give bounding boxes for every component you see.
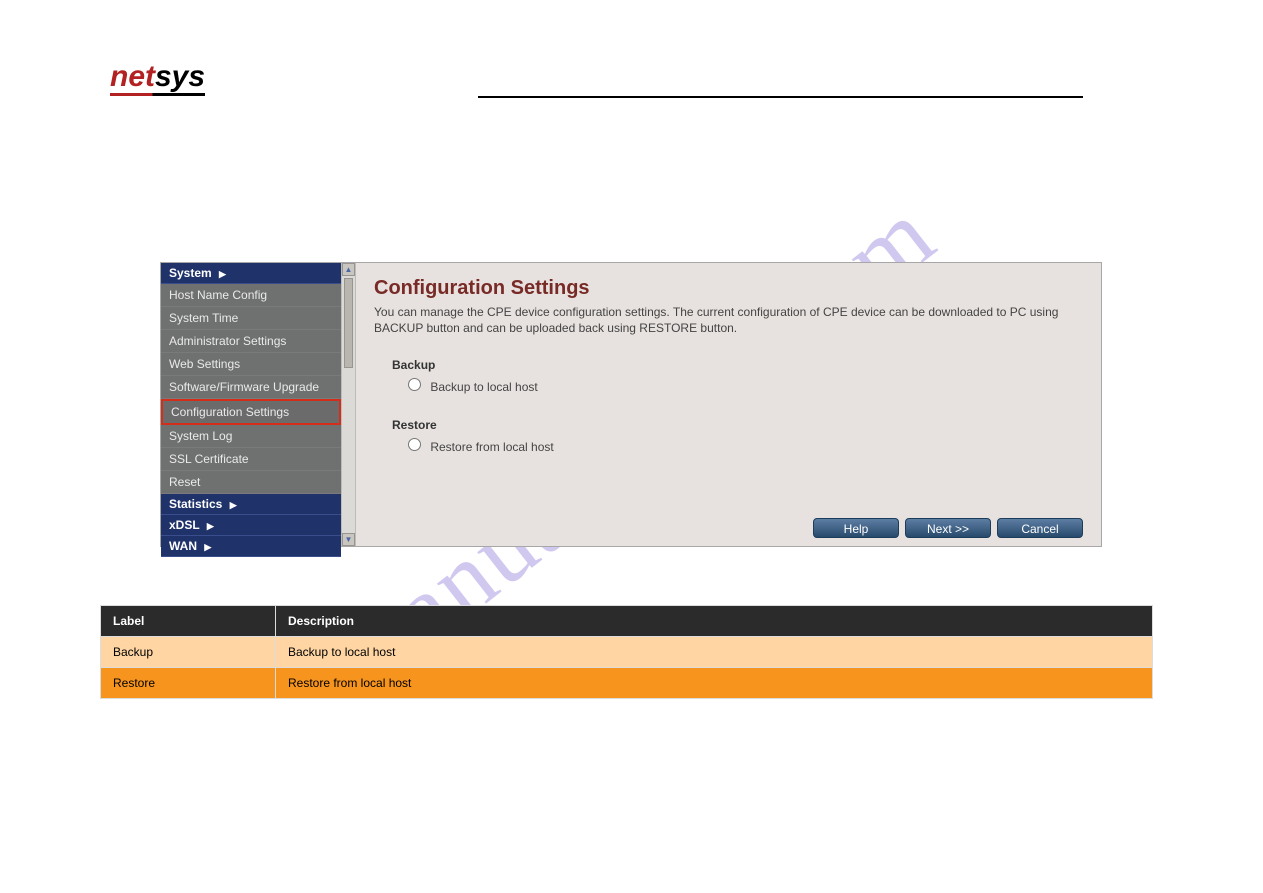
description-table: Label Description Backup Backup to local… bbox=[100, 605, 1153, 699]
sidebar-item-system-time[interactable]: System Time bbox=[161, 307, 341, 330]
sidebar-item-label: System Log bbox=[169, 429, 232, 443]
sidebar-item-label: Web Settings bbox=[169, 357, 240, 371]
cpe-sidebar: System ▶ Host Name Config System Time Ad… bbox=[161, 263, 341, 546]
brand-logo-sys: sys bbox=[155, 60, 205, 93]
scroll-down-icon[interactable]: ▼ bbox=[342, 533, 355, 546]
table-cell-desc: Backup to local host bbox=[276, 637, 1153, 668]
page-description: You can manage the CPE device configurat… bbox=[374, 304, 1083, 336]
page-title: Configuration Settings bbox=[374, 277, 1083, 300]
sidebar-item-system-log[interactable]: System Log bbox=[161, 425, 341, 448]
table-cell-desc: Restore from local host bbox=[276, 668, 1153, 699]
backup-option-label: Backup to local host bbox=[430, 380, 537, 394]
brand-logo-underline bbox=[110, 93, 205, 96]
document-header-rule bbox=[478, 96, 1083, 98]
sidebar-item-label: SSL Certificate bbox=[169, 452, 249, 466]
sidebar-category-statistics[interactable]: Statistics ▶ bbox=[161, 494, 341, 515]
next-button[interactable]: Next >> bbox=[905, 518, 991, 538]
backup-section-label: Backup bbox=[392, 358, 1083, 372]
sidebar-item-firmware-upgrade[interactable]: Software/Firmware Upgrade bbox=[161, 376, 341, 399]
table-header-label: Label bbox=[101, 606, 276, 637]
brand-logo: netsys bbox=[110, 60, 205, 94]
sidebar-scrollbar[interactable]: ▲ ▼ bbox=[341, 263, 356, 546]
sidebar-item-admin-settings[interactable]: Administrator Settings bbox=[161, 330, 341, 353]
sidebar-item-label: Administrator Settings bbox=[169, 334, 286, 348]
cpe-main-panel: Configuration Settings You can manage th… bbox=[356, 263, 1101, 546]
backup-option-row: Backup to local host bbox=[408, 378, 1083, 394]
help-button[interactable]: Help bbox=[813, 518, 899, 538]
restore-radio[interactable] bbox=[408, 438, 421, 451]
table-row: Backup Backup to local host bbox=[101, 637, 1153, 668]
sidebar-item-label: Reset bbox=[169, 475, 200, 489]
chevron-right-icon: ▶ bbox=[204, 542, 211, 552]
cpe-admin-panel: System ▶ Host Name Config System Time Ad… bbox=[160, 262, 1102, 547]
sidebar-category-label: System bbox=[169, 266, 212, 280]
sidebar-category-xdsl[interactable]: xDSL ▶ bbox=[161, 515, 341, 536]
backup-radio[interactable] bbox=[408, 378, 421, 391]
sidebar-item-label: System Time bbox=[169, 311, 238, 325]
sidebar-category-label: Statistics bbox=[169, 497, 222, 511]
brand-logo-net: net bbox=[110, 60, 155, 93]
sidebar-item-reset[interactable]: Reset bbox=[161, 471, 341, 494]
sidebar-item-ssl-cert[interactable]: SSL Certificate bbox=[161, 448, 341, 471]
chevron-right-icon: ▶ bbox=[219, 269, 226, 279]
table-header-row: Label Description bbox=[101, 606, 1153, 637]
table-header-desc: Description bbox=[276, 606, 1153, 637]
restore-option-label: Restore from local host bbox=[430, 440, 553, 454]
sidebar-category-wan[interactable]: WAN ▶ bbox=[161, 536, 341, 557]
restore-option-row: Restore from local host bbox=[408, 438, 1083, 454]
sidebar-item-label: Host Name Config bbox=[169, 288, 267, 302]
chevron-right-icon: ▶ bbox=[230, 500, 237, 510]
scroll-up-icon[interactable]: ▲ bbox=[342, 263, 355, 276]
restore-section-label: Restore bbox=[392, 418, 1083, 432]
sidebar-category-system[interactable]: System ▶ bbox=[161, 263, 341, 284]
action-button-bar: Help Next >> Cancel bbox=[813, 518, 1083, 538]
table-row: Restore Restore from local host bbox=[101, 668, 1153, 699]
sidebar-category-label: xDSL bbox=[169, 518, 199, 532]
table-cell-label: Backup bbox=[101, 637, 276, 668]
cancel-button[interactable]: Cancel bbox=[997, 518, 1083, 538]
sidebar-item-web-settings[interactable]: Web Settings bbox=[161, 353, 341, 376]
sidebar-item-config-settings[interactable]: Configuration Settings bbox=[161, 399, 341, 425]
sidebar-item-label: Configuration Settings bbox=[171, 405, 289, 419]
scroll-thumb[interactable] bbox=[344, 278, 353, 368]
sidebar-category-label: WAN bbox=[169, 539, 197, 553]
table-cell-label: Restore bbox=[101, 668, 276, 699]
chevron-right-icon: ▶ bbox=[207, 521, 214, 531]
sidebar-item-label: Software/Firmware Upgrade bbox=[169, 380, 319, 394]
sidebar-item-host-name[interactable]: Host Name Config bbox=[161, 284, 341, 307]
